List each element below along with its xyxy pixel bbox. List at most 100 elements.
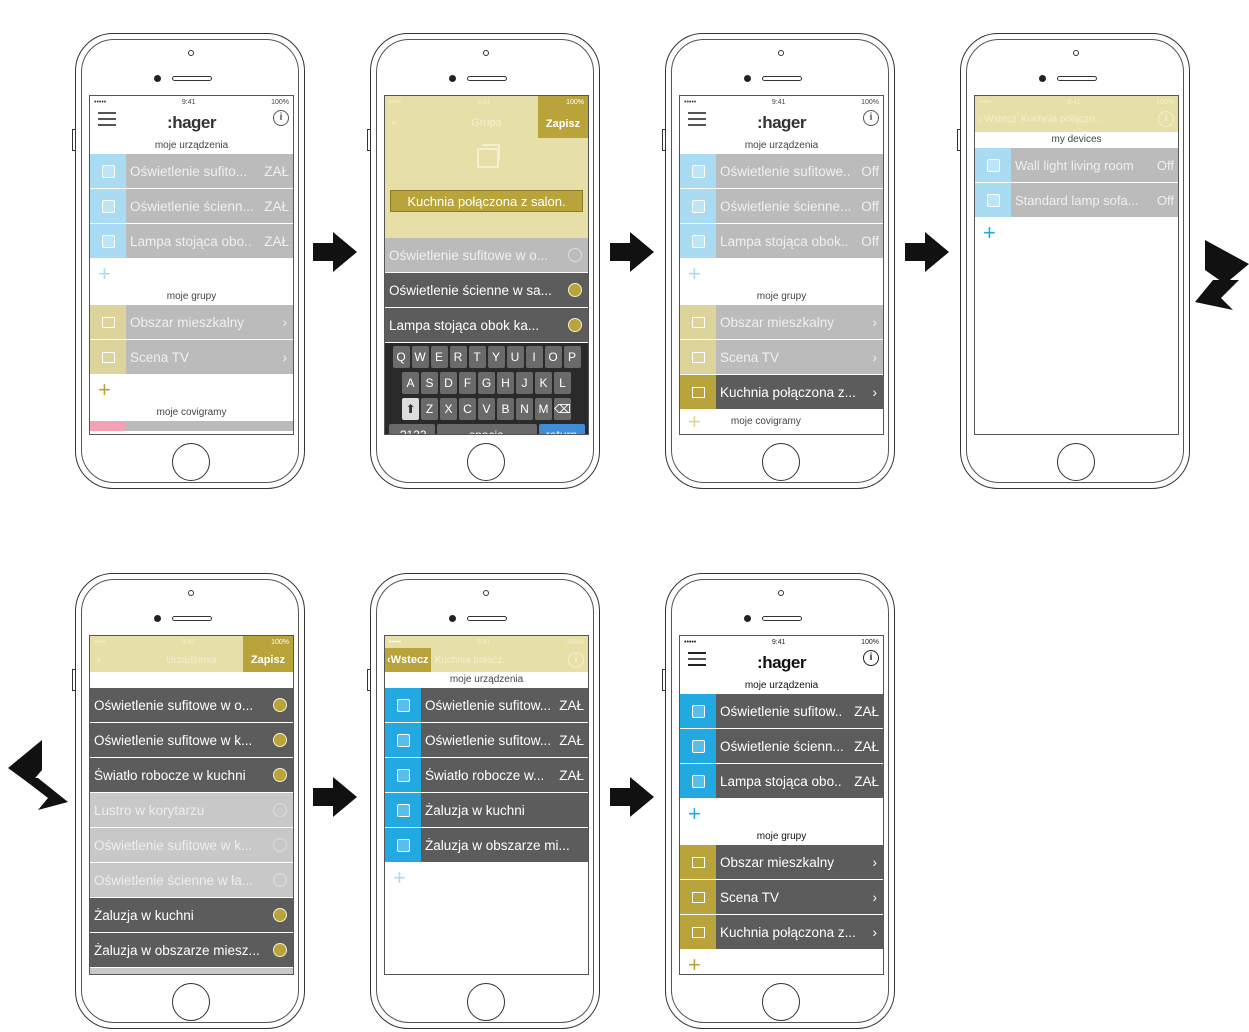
key[interactable]: Y xyxy=(487,346,505,368)
radio-off-icon[interactable] xyxy=(568,248,582,262)
key[interactable]: B xyxy=(497,398,514,420)
key[interactable]: J xyxy=(516,372,533,394)
key[interactable]: O xyxy=(544,346,562,368)
device-row[interactable]: Lampa stojąca obo.. ZAŁ xyxy=(680,764,883,799)
device-select-row[interactable]: Oświetlenie sufitowe w o... xyxy=(385,238,588,273)
key[interactable]: S xyxy=(421,372,438,394)
add-group-button[interactable]: + xyxy=(680,410,701,434)
device-row[interactable]: Oświetlenie sufitowe.. Off xyxy=(680,154,883,189)
close-icon[interactable]: × xyxy=(96,655,102,666)
shift-key-icon[interactable]: ⬆ xyxy=(402,398,419,420)
group-row[interactable]: Scena TV › xyxy=(680,340,883,375)
key[interactable]: R xyxy=(449,346,467,368)
device-select-row[interactable]: Żaluzja w kuchni xyxy=(90,898,293,933)
hamburger-menu-icon[interactable] xyxy=(688,112,706,126)
key[interactable]: X xyxy=(440,398,457,420)
close-icon[interactable]: × xyxy=(391,118,397,129)
key[interactable]: D xyxy=(440,372,457,394)
device-row[interactable]: Oświetlenie sufitow... ZAŁ xyxy=(385,723,588,758)
back-button[interactable]: ‹ Wstecz xyxy=(975,114,1017,125)
add-device-button[interactable]: + xyxy=(385,863,588,893)
device-select-row[interactable]: Oświetlenie sufitowe w k... xyxy=(90,723,293,758)
add-group-button[interactable]: + xyxy=(90,375,293,405)
add-device-button[interactable]: + xyxy=(680,259,883,289)
radio-off-icon[interactable] xyxy=(273,873,287,887)
device-row[interactable]: Żaluzja w kuchni xyxy=(385,793,588,828)
device-row[interactable]: Oświetlenie ścienn... ZAŁ xyxy=(680,729,883,764)
device-select-row[interactable]: Oświetlenie ścienne w ła... xyxy=(90,863,293,898)
key[interactable]: L xyxy=(554,372,571,394)
add-device-button[interactable]: + xyxy=(680,799,883,829)
backspace-key-icon[interactable]: ⌫ xyxy=(554,398,571,420)
radio-on-icon[interactable] xyxy=(568,318,582,332)
device-row[interactable]: Lampa stojąca obok.. Off xyxy=(680,224,883,259)
key[interactable]: A xyxy=(402,372,419,394)
hamburger-menu-icon[interactable] xyxy=(98,112,116,126)
radio-on-icon[interactable] xyxy=(273,768,287,782)
covigram-row[interactable] xyxy=(90,421,293,431)
device-row[interactable]: Oświetlenie ścienne... Off xyxy=(680,189,883,224)
device-row[interactable]: Oświetlenie ścienn... ZAŁ xyxy=(90,189,293,224)
key[interactable]: N xyxy=(516,398,533,420)
device-row[interactable]: Światło robocze w... ZAŁ xyxy=(385,758,588,793)
device-select-row[interactable]: Oświetlenie sufitowe w o... xyxy=(90,688,293,723)
info-icon[interactable]: i xyxy=(273,110,289,126)
radio-on-icon[interactable] xyxy=(273,733,287,747)
key[interactable]: U xyxy=(506,346,524,368)
key[interactable]: E xyxy=(430,346,448,368)
device-select-row[interactable]: Oświetlenie sufitowe w k... xyxy=(90,828,293,863)
radio-on-icon[interactable] xyxy=(273,698,287,712)
device-row[interactable]: Oświetlenie sufito... ZAŁ xyxy=(90,154,293,189)
key[interactable]: V xyxy=(478,398,495,420)
device-select-row[interactable]: Oświetlenie ścienne w sa... xyxy=(385,273,588,308)
hamburger-menu-icon[interactable] xyxy=(688,652,706,666)
radio-on-icon[interactable] xyxy=(273,943,287,957)
device-row[interactable]: Żaluzja w obszarze mi... xyxy=(385,828,588,863)
group-row[interactable]: Obszar mieszkalny › xyxy=(90,305,293,340)
key[interactable]: C xyxy=(459,398,476,420)
key[interactable]: Q xyxy=(392,346,410,368)
return-key[interactable]: return xyxy=(538,424,585,434)
radio-on-icon[interactable] xyxy=(273,908,287,922)
back-button[interactable]: ‹Wstecz xyxy=(385,648,431,672)
info-icon[interactable]: i xyxy=(863,650,879,666)
group-name-input[interactable]: Kuchnia połączona z salon. xyxy=(390,190,583,212)
key[interactable]: G xyxy=(478,372,495,394)
device-row[interactable]: Oświetlenie sufitow.. ZAŁ xyxy=(680,694,883,729)
numbers-key[interactable]: .?123 xyxy=(388,424,435,434)
key[interactable]: P xyxy=(563,346,581,368)
key[interactable]: M xyxy=(535,398,552,420)
group-row-new[interactable]: Kuchnia połączona z... › xyxy=(680,375,883,410)
device-row[interactable]: Lampa stojąca obo.. ZAŁ xyxy=(90,224,293,259)
key[interactable]: K xyxy=(535,372,552,394)
device-select-row[interactable]: Lampa stojąca obok ka... xyxy=(385,308,588,343)
key[interactable]: F xyxy=(459,372,476,394)
radio-on-icon[interactable] xyxy=(568,283,582,297)
add-device-button[interactable]: + xyxy=(975,218,1178,248)
device-select-row[interactable]: Lustro w korytarzu xyxy=(90,793,293,828)
key[interactable]: H xyxy=(497,372,514,394)
group-row[interactable]: Scena TV › xyxy=(680,880,883,915)
device-row[interactable]: Oświetlenie sufitow... ZAŁ xyxy=(385,688,588,723)
space-key[interactable]: spacja xyxy=(436,424,537,434)
device-select-row[interactable]: Światło robocze w kuchni xyxy=(90,758,293,793)
group-row[interactable]: Kuchnia połączona z... › xyxy=(680,915,883,950)
add-device-button[interactable]: + xyxy=(90,259,293,289)
key[interactable]: Z xyxy=(421,398,438,420)
group-row[interactable]: Scena TV › xyxy=(90,340,293,375)
info-icon[interactable]: i xyxy=(1158,111,1174,127)
radio-off-icon[interactable] xyxy=(273,838,287,852)
info-icon[interactable]: i xyxy=(568,652,584,668)
device-select-row[interactable] xyxy=(90,968,293,974)
key[interactable]: T xyxy=(468,346,486,368)
info-icon[interactable]: i xyxy=(863,110,879,126)
device-select-row[interactable]: Żaluzja w obszarze miesz... xyxy=(90,933,293,968)
add-group-button[interactable]: + xyxy=(680,950,883,974)
radio-off-icon[interactable] xyxy=(273,803,287,817)
key[interactable]: I xyxy=(525,346,543,368)
group-row[interactable]: Obszar mieszkalny › xyxy=(680,845,883,880)
key[interactable]: W xyxy=(411,346,429,368)
device-row[interactable]: Wall light living room Off xyxy=(975,148,1178,183)
device-row[interactable]: Standard lamp sofa... Off xyxy=(975,183,1178,218)
group-row[interactable]: Obszar mieszkalny › xyxy=(680,305,883,340)
